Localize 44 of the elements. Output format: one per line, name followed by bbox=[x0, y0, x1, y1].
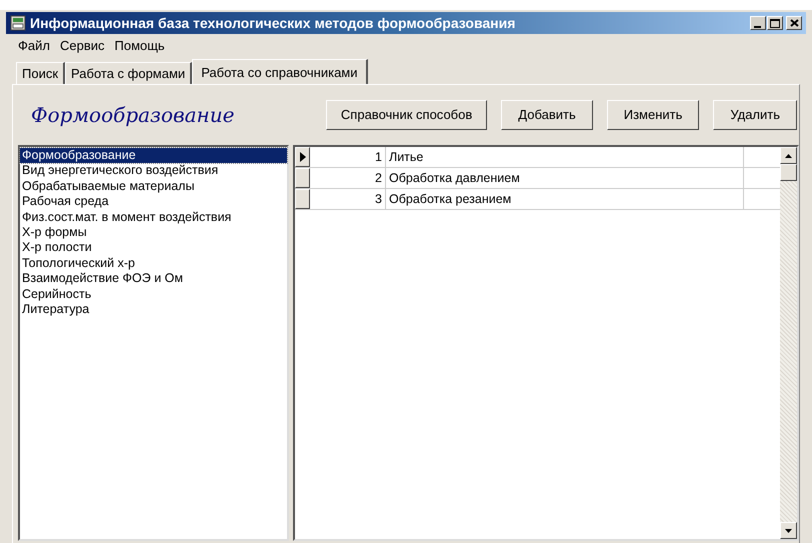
menu-item[interactable]: Помощь bbox=[114, 36, 165, 56]
list-item[interactable]: Физ.сост.мат. в момент воздействия bbox=[20, 210, 287, 226]
table-cell: 1 bbox=[310, 147, 386, 167]
list-item[interactable]: Вид энергетического воздействия bbox=[20, 163, 287, 179]
scroll-down-icon[interactable] bbox=[785, 528, 792, 532]
list-item[interactable]: Формообразование bbox=[20, 148, 287, 164]
tab[interactable]: Работа с формами bbox=[65, 62, 192, 84]
row-indicator[interactable] bbox=[295, 189, 310, 209]
current-row-icon bbox=[300, 152, 306, 162]
action-button[interactable]: Добавить bbox=[501, 100, 593, 130]
action-button[interactable]: Удалить bbox=[713, 100, 797, 130]
row-indicator[interactable] bbox=[295, 168, 310, 188]
table-cell: Обработка резанием bbox=[386, 189, 744, 209]
scroll-thumb[interactable] bbox=[780, 164, 797, 181]
section-heading: Формообразование bbox=[31, 102, 234, 129]
minimize-icon bbox=[754, 25, 762, 29]
close-icon bbox=[790, 19, 798, 27]
maximize-button[interactable] bbox=[767, 16, 783, 30]
app-icon bbox=[10, 15, 26, 31]
list-item[interactable]: Х-р полости bbox=[20, 240, 287, 256]
window-title: Информационная база технологических методов формообразования bbox=[30, 14, 516, 33]
minimize-button[interactable] bbox=[750, 16, 766, 30]
menu-item[interactable]: Сервис bbox=[60, 36, 104, 56]
row-indicator[interactable] bbox=[295, 147, 310, 167]
tab[interactable]: Работа со справочниками bbox=[192, 59, 368, 85]
table-cell: 3 bbox=[310, 189, 386, 209]
list-item[interactable]: Х-р формы bbox=[20, 225, 287, 240]
menu-item[interactable]: Файл bbox=[18, 36, 50, 56]
scroll-up-icon[interactable] bbox=[785, 154, 792, 158]
action-button[interactable]: Справочник способов bbox=[326, 100, 488, 130]
table-cell: 2 bbox=[310, 168, 386, 188]
action-button[interactable]: Изменить bbox=[606, 100, 700, 130]
list-item[interactable]: Топологический х-р bbox=[20, 256, 287, 272]
table-cell: Литье bbox=[386, 147, 744, 167]
list-item[interactable]: Взаимодействие ФОЭ и Ом bbox=[20, 271, 287, 287]
list-item[interactable]: Рабочая среда bbox=[20, 194, 287, 210]
table-cell: Обработка давлением bbox=[386, 168, 744, 188]
tab[interactable]: Поиск bbox=[16, 62, 66, 84]
list-item[interactable]: Обрабатываемые материалы bbox=[20, 178, 287, 194]
list-item[interactable]: Серийность bbox=[20, 286, 287, 302]
list-item[interactable]: Литература bbox=[20, 302, 287, 318]
scrollbar[interactable] bbox=[780, 147, 797, 539]
maximize-icon bbox=[770, 18, 780, 28]
close-button[interactable] bbox=[786, 16, 802, 30]
